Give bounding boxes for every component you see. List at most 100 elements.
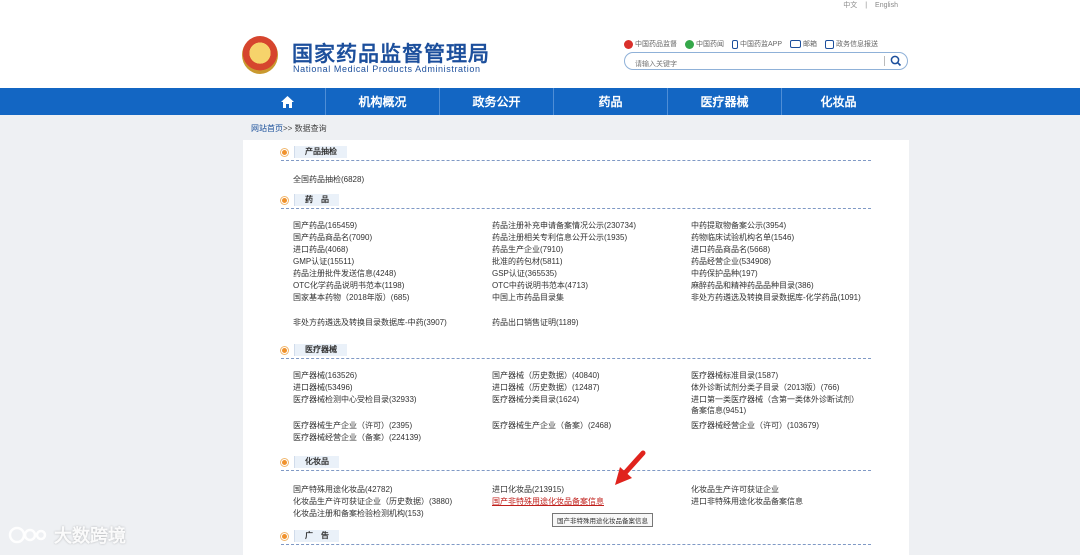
list-item[interactable]: 进口第一类医疗器械（含第一类体外诊断试剂）备案信息(9451) [691,394,863,416]
section-ads: 广 告 [281,528,871,545]
section-title: 化妆品 [294,456,339,468]
list-item[interactable]: 医疗器械经营企业（许可）(103679) [691,420,881,431]
home-icon [280,95,294,108]
list-item[interactable]: 进口器械（历史数据）(12487) [492,382,682,393]
section-title: 医疗器械 [294,344,347,356]
search-box [624,52,908,73]
nav-item-drugs[interactable]: 药品 [553,88,667,115]
list-item[interactable]: 医疗器械生产企业（备案）(2468) [492,420,682,431]
list-item[interactable]: 麻醉药品和精神药品品种目录(386) [691,280,881,291]
list-item[interactable]: 药品生产企业(7910) [492,244,682,255]
section-bullet-icon [281,148,288,156]
list-item[interactable]: 药品注册相关专利信息公开公示(1935) [492,232,682,243]
list-item[interactable]: 进口非特殊用途化妆品备案信息 [691,496,881,507]
section-title: 广 告 [294,530,339,542]
hover-tooltip: 国产非特殊用途化妆品备案信息 [552,513,653,527]
section-divider [281,470,871,471]
search-divider [884,56,885,66]
list-item[interactable]: 国产器械（历史数据）(40840) [492,370,682,381]
list-item[interactable]: 化妆品注册和备案检验检测机构(153) [293,508,483,519]
quick-link-app[interactable]: 中国药监APP [732,39,782,49]
list-item[interactable]: 药物临床试验机构名单(1546) [691,232,881,243]
list-item[interactable]: GMP认证(15511) [293,256,483,267]
site-title-en[interactable]: National Medical Products Administration [293,64,481,74]
quick-links: 中国药品监督 中国药闻 中国药监APP 邮箱 政务信息报送 [624,39,878,49]
list-item[interactable]: 化妆品生产许可获证企业（历史数据）(3880) [293,496,483,507]
list-item[interactable]: 体外诊断试剂分类子目录（2013版）(766) [691,382,881,393]
lang-separator: | [865,2,868,9]
nav-home[interactable] [249,88,325,115]
search-input[interactable] [625,56,875,73]
list-item[interactable]: 中药保护品种(197) [691,268,881,279]
quick-link-report[interactable]: 政务信息报送 [825,39,878,49]
list-item[interactable]: 国产特殊用途化妆品(42782) [293,484,483,495]
list-item[interactable]: 药品出口销售证明(1189) [492,317,682,328]
list-item[interactable]: 非处方药遴选及转换目录数据库-中药(3907) [293,317,483,328]
nav-item-about[interactable]: 机构概况 [325,88,439,115]
list-item[interactable]: 进口药品(4068) [293,244,483,255]
site-header: 中文 | English 国家药品监督管理局 National Medical Pr… [0,0,1080,88]
section-divider [281,208,871,209]
list-item[interactable]: 医疗器械检测中心受检目录(32933) [293,394,483,405]
section-divider [281,358,871,359]
list-item[interactable]: 批准的药包材(5811) [492,256,682,267]
list-item[interactable]: 全国药品抽检(6828) [293,174,483,185]
section-bullet-icon [281,458,288,466]
red-arrow-annotation [615,450,646,485]
mail-icon [790,40,802,48]
list-item[interactable]: 医疗器械标准目录(1587) [691,370,881,381]
nav-item-public-affairs[interactable]: 政务公开 [439,88,553,115]
watermark: 大数跨境 [8,522,126,548]
watermark-logo-icon [8,526,47,544]
list-item[interactable]: 医疗器械生产企业（许可）(2395) [293,420,483,431]
section-cosmetics: 化妆品 国产特殊用途化妆品(42782) 化妆品生产许可获证企业（历史数据）(3… [281,454,871,518]
lang-chinese-link[interactable]: 中文 [843,2,857,9]
list-item-highlighted[interactable]: 国产非特殊用途化妆品备案信息 [492,496,682,507]
list-item[interactable]: 进口器械(53496) [293,382,483,393]
wechat-icon [685,39,694,49]
language-switch: 中文 | English [839,0,902,10]
quick-link-weibo[interactable]: 中国药品监督 [624,39,677,49]
data-query-panel: 产品抽检 全国药品抽检(6828) 药 品 国产药品(165459) 国产药品商… [243,140,909,555]
breadcrumb-current: 数据查询 [294,124,327,133]
nav-item-cosmetics[interactable]: 化妆品 [781,88,895,115]
breadcrumb-separator: >> [283,124,293,133]
section-medical-devices: 医疗器械 国产器械(163526) 进口器械(53496) 医疗器械检测中心受检… [281,342,871,442]
list-item[interactable]: 进口药品商品名(5668) [691,244,881,255]
section-bullet-icon [281,532,288,540]
quick-link-wechat[interactable]: 中国药闻 [685,39,724,49]
list-item[interactable]: 国产器械(163526) [293,370,483,381]
section-divider [281,544,871,545]
main-nav: 机构概况 政务公开 药品 医疗器械 化妆品 [0,88,1080,115]
list-item[interactable]: 国家基本药物（2018年版）(685) [293,292,483,303]
list-item[interactable]: 非处方药遴选及转换目录数据库-化学药品(1091) [691,292,861,303]
report-icon [825,39,835,49]
search-icon[interactable] [889,54,903,68]
section-drugs: 药 品 国产药品(165459) 国产药品商品名(7090) 进口药品(4068… [281,192,871,327]
quick-link-mail[interactable]: 邮箱 [790,39,817,49]
list-item[interactable]: 医疗器械经营企业（备案）(224139) [293,432,483,443]
list-item[interactable]: OTC中药说明书范本(4713) [492,280,682,291]
watermark-text: 大数跨境 [54,526,126,547]
breadcrumb-home[interactable]: 网站首页 [251,124,283,133]
list-item[interactable]: 药品经营企业(534908) [691,256,881,267]
section-divider [281,160,871,161]
section-sampling: 产品抽检 全国药品抽检(6828) [281,144,871,184]
section-bullet-icon [281,196,288,204]
list-item[interactable]: 药品注册批件发送信息(4248) [293,268,483,279]
list-item[interactable]: 进口化妆品(213915) [492,484,682,495]
nav-item-devices[interactable]: 医疗器械 [667,88,781,115]
list-item[interactable]: 中药提取物备案公示(3954) [691,220,881,231]
list-item[interactable]: GSP认证(365535) [492,268,682,279]
section-title: 药 品 [294,194,339,206]
list-item[interactable]: OTC化学药品说明书范本(1198) [293,280,483,291]
list-item[interactable]: 中国上市药品目录集 [492,292,682,303]
national-emblem-logo[interactable] [242,36,278,74]
list-item[interactable]: 国产药品(165459) [293,220,483,231]
lang-english-link[interactable]: English [875,2,898,9]
list-item[interactable]: 医疗器械分类目录(1624) [492,394,682,405]
list-item[interactable]: 国产药品商品名(7090) [293,232,483,243]
weibo-icon [624,39,633,49]
list-item[interactable]: 化妆品生产许可获证企业 [691,484,881,495]
list-item[interactable]: 药品注册补充申请备案情况公示(230734) [492,220,682,231]
